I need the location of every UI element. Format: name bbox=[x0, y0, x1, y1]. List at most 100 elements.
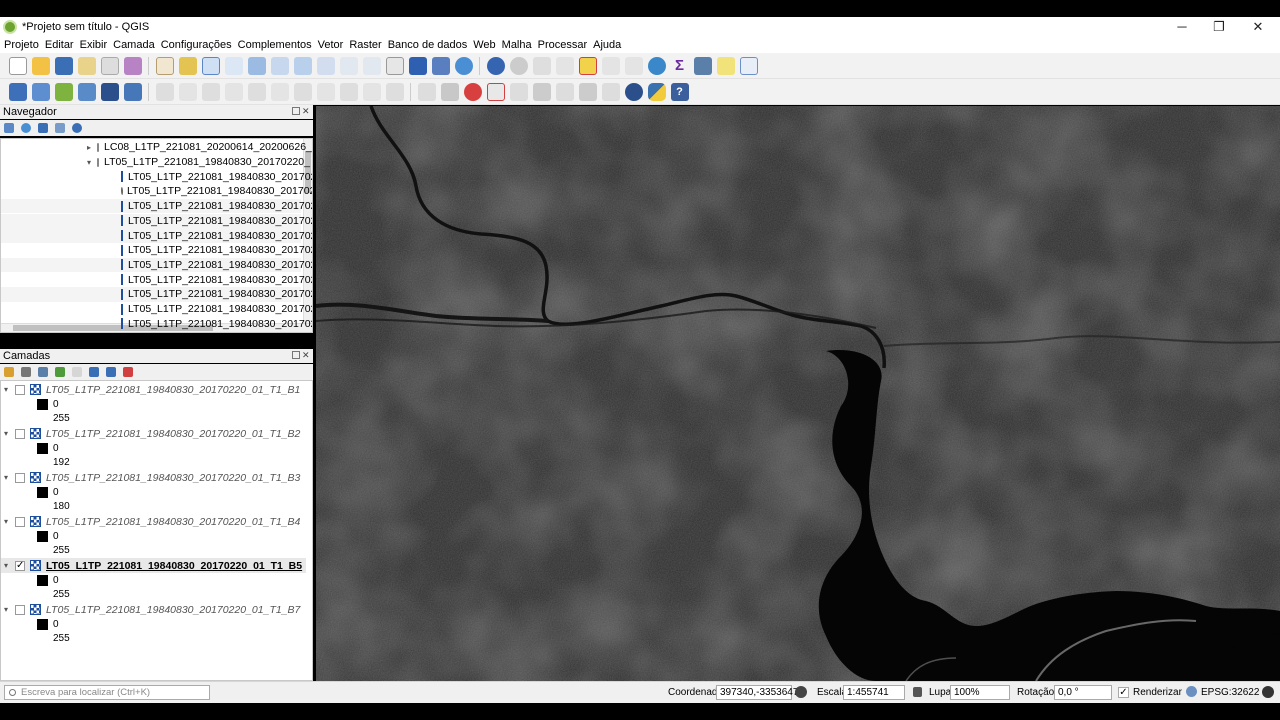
layer-expand-arrow-icon[interactable]: ▾ bbox=[1, 429, 11, 438]
pin-labels-icon[interactable] bbox=[463, 82, 482, 101]
highlight-labels-icon[interactable] bbox=[486, 82, 505, 101]
paste-features-icon[interactable] bbox=[339, 82, 358, 101]
zoom-next-icon[interactable] bbox=[362, 56, 381, 75]
measure-icon[interactable] bbox=[693, 56, 712, 75]
open-project-icon[interactable] bbox=[31, 56, 50, 75]
menu-configuracoes[interactable]: Configurações bbox=[161, 39, 232, 51]
zoom-selection-icon[interactable] bbox=[270, 56, 289, 75]
layer-item[interactable]: ▾ LT05_L1TP_221081_19840830_20170220_01_T… bbox=[1, 514, 306, 558]
panel-float-icon[interactable] bbox=[292, 107, 300, 115]
statistics-sigma-icon[interactable]: Σ bbox=[671, 57, 689, 75]
new-geopackage-icon[interactable] bbox=[31, 82, 50, 101]
undo-icon[interactable] bbox=[362, 82, 381, 101]
text-annotation-icon[interactable] bbox=[739, 56, 758, 75]
locator-search-input[interactable]: Escreva para localizar (Ctrl+K) bbox=[4, 685, 210, 700]
zoom-layer-icon[interactable] bbox=[293, 56, 312, 75]
print-layout-icon[interactable] bbox=[77, 56, 96, 75]
layer-expand-arrow-icon[interactable]: ▾ bbox=[1, 517, 11, 526]
navigator-item[interactable]: LT05_L1TP_221081_19840830_20170220 bbox=[1, 272, 312, 287]
label-toolbar-icon[interactable] bbox=[417, 82, 436, 101]
deselect-icon[interactable] bbox=[578, 56, 597, 75]
redo-icon[interactable] bbox=[385, 82, 404, 101]
menu-camada[interactable]: Camada bbox=[113, 39, 155, 51]
menu-banco-de-dados[interactable]: Banco de dados bbox=[388, 39, 468, 51]
save-project-icon[interactable] bbox=[54, 56, 73, 75]
maximize-button[interactable]: ❐ bbox=[1199, 17, 1239, 37]
layers-tree[interactable]: ▾ LT05_L1TP_221081_19840830_20170220_01_T… bbox=[0, 380, 313, 681]
new-map-view-icon[interactable] bbox=[385, 56, 404, 75]
style-manager-icon[interactable] bbox=[123, 56, 142, 75]
layer-visibility-checkbox[interactable] bbox=[15, 472, 25, 483]
zoom-full-icon[interactable] bbox=[247, 56, 266, 75]
bookmark-icon[interactable] bbox=[408, 56, 427, 75]
layer-visibility-checkbox[interactable]: ✓ bbox=[15, 560, 25, 571]
layout-manager-icon[interactable] bbox=[100, 56, 119, 75]
add-vector-icon[interactable] bbox=[54, 82, 73, 101]
collapse-all-icon[interactable] bbox=[106, 367, 116, 377]
show-hide-labels-icon[interactable] bbox=[578, 82, 597, 101]
save-edits-icon[interactable] bbox=[201, 82, 220, 101]
data-source-manager-icon[interactable] bbox=[8, 82, 27, 101]
layer-item[interactable]: ▾ LT05_L1TP_221081_19840830_20170220_01_T… bbox=[1, 470, 306, 514]
select-value-icon[interactable] bbox=[555, 56, 574, 75]
filter-legend-icon[interactable] bbox=[55, 367, 65, 377]
current-edits-icon[interactable] bbox=[155, 82, 174, 101]
collapse-all-icon[interactable] bbox=[55, 123, 65, 133]
layer-item[interactable]: ▾ LT05_L1TP_221081_19840830_20170220_01_T… bbox=[1, 602, 306, 646]
layer-expand-arrow-icon[interactable]: ▾ bbox=[1, 385, 11, 394]
expand-all-icon[interactable] bbox=[89, 367, 99, 377]
scale-field[interactable]: 1:455741 bbox=[843, 685, 905, 700]
navigator-item[interactable]: LT05_L1TP_221081_19840830_20170220 bbox=[1, 213, 312, 229]
menu-editar[interactable]: Editar bbox=[45, 39, 74, 51]
menu-exibir[interactable]: Exibir bbox=[80, 39, 108, 51]
panel-close-icon[interactable]: ✕ bbox=[302, 107, 310, 116]
crs-label[interactable]: EPSG:32622 bbox=[1201, 687, 1259, 698]
navigator-item[interactable]: LT05_L1TP_221081_19840830_20170220 bbox=[1, 243, 312, 258]
navigator-item[interactable]: LT05_L1TP_221081_19840830_20170220 bbox=[1, 302, 312, 317]
show-bookmarks-icon[interactable] bbox=[431, 56, 450, 75]
expand-arrow-icon[interactable]: ▾ bbox=[87, 158, 91, 167]
layer-expand-arrow-icon[interactable]: ▾ bbox=[1, 561, 11, 570]
diagram-icon[interactable] bbox=[601, 82, 620, 101]
add-virtual-layer-icon[interactable] bbox=[123, 82, 142, 101]
map-tips-icon[interactable] bbox=[716, 56, 735, 75]
add-database-icon[interactable] bbox=[100, 82, 119, 101]
coordinate-field[interactable]: 397340,-3353647 bbox=[716, 685, 798, 700]
manage-map-themes-icon[interactable] bbox=[38, 367, 48, 377]
navigator-item[interactable]: ▸ LC08_L1TP_221081_20200614_20200626_ bbox=[1, 140, 312, 155]
menu-raster[interactable]: Raster bbox=[349, 39, 381, 51]
zoom-out-icon[interactable] bbox=[224, 56, 243, 75]
navigator-item[interactable]: ▾ LT05_L1TP_221081_19840830_20170220_ bbox=[1, 155, 310, 170]
add-delimited-text-icon[interactable] bbox=[77, 82, 96, 101]
layer-item[interactable]: ▾ ✓ LT05_L1TP_221081_19840830_20170220_01_… bbox=[1, 558, 306, 602]
filter-expression-icon[interactable] bbox=[72, 367, 82, 377]
refresh-icon[interactable] bbox=[454, 56, 473, 75]
zoom-last-icon[interactable] bbox=[339, 56, 358, 75]
close-button[interactable]: ✕ bbox=[1238, 17, 1278, 37]
processing-toolbox-icon[interactable] bbox=[647, 56, 666, 75]
menu-web[interactable]: Web bbox=[473, 39, 495, 51]
menu-malha[interactable]: Malha bbox=[502, 39, 532, 51]
minimize-button[interactable]: ─ bbox=[1162, 17, 1202, 37]
actions-icon[interactable] bbox=[509, 56, 528, 75]
select-features-icon[interactable] bbox=[532, 56, 551, 75]
copy-features-icon[interactable] bbox=[316, 82, 335, 101]
menu-processar[interactable]: Processar bbox=[538, 39, 588, 51]
layer-item[interactable]: ▾ LT05_L1TP_221081_19840830_20170220_01_T… bbox=[1, 382, 306, 426]
layer-labeling-icon[interactable] bbox=[440, 82, 459, 101]
navigator-item[interactable]: LT05_L1TP_221081_19840830_20170220 bbox=[1, 184, 312, 199]
layer-item[interactable]: ▾ LT05_L1TP_221081_19840830_20170220_01_T… bbox=[1, 426, 306, 470]
vertex-tool-icon[interactable] bbox=[247, 82, 266, 101]
change-label-icon[interactable] bbox=[555, 82, 574, 101]
navigator-item[interactable]: LT05_L1TP_221081_19840830_20170220 bbox=[1, 228, 312, 243]
rotate-label-icon[interactable] bbox=[532, 82, 551, 101]
metasearch-icon[interactable] bbox=[624, 82, 643, 101]
menu-complementos[interactable]: Complementos bbox=[238, 39, 312, 51]
map-canvas[interactable] bbox=[316, 106, 1280, 681]
python-console-icon[interactable] bbox=[647, 82, 666, 101]
filter-icon[interactable] bbox=[38, 123, 48, 133]
navigator-item[interactable]: LT05_L1TP_221081_19840830_20170220 bbox=[1, 257, 312, 273]
menu-ajuda[interactable]: Ajuda bbox=[593, 39, 621, 51]
layer-visibility-checkbox[interactable] bbox=[15, 516, 25, 527]
layer-expand-arrow-icon[interactable]: ▾ bbox=[1, 473, 11, 482]
